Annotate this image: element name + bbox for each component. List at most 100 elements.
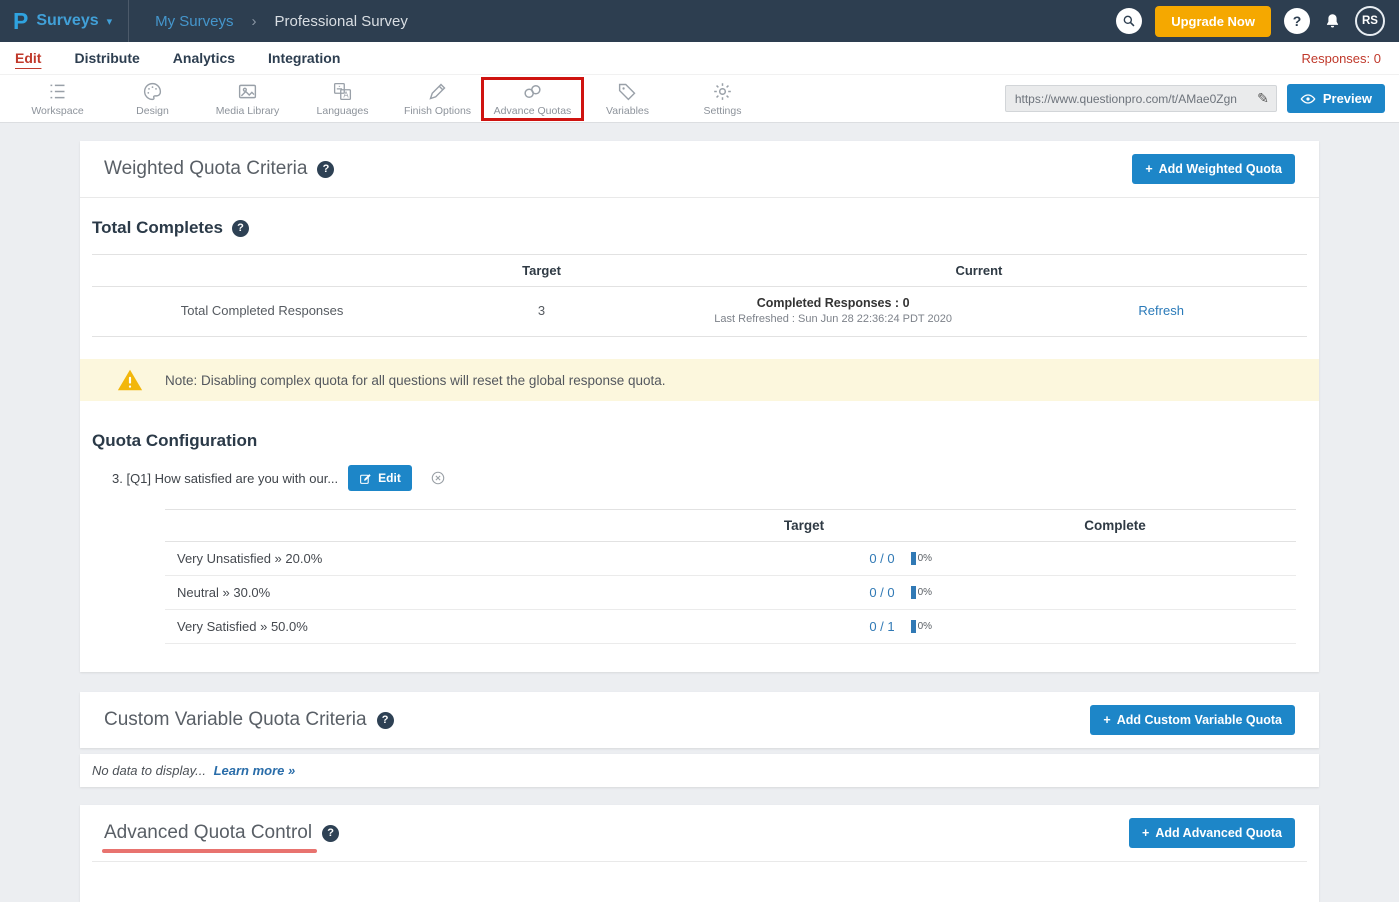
toolbar-item-advance-quotas[interactable]: Advance Quotas <box>485 81 580 117</box>
toolbar-right: ✎ Preview <box>1005 84 1385 113</box>
current-column-header: Current <box>651 263 1307 278</box>
preview-button[interactable]: Preview <box>1287 84 1385 113</box>
toolbar-item-label: Finish Options <box>404 105 471 117</box>
toolbar-item-label: Languages <box>317 105 369 117</box>
row-label: Total Completed Responses <box>92 303 432 318</box>
add-advanced-quota-button[interactable]: + Add Advanced Quota <box>1129 818 1295 848</box>
answer-option-label: Very Unsatisfied » 20.0% <box>165 551 674 566</box>
toolbar-item-finish-options[interactable]: Finish Options <box>390 81 485 117</box>
preview-label: Preview <box>1323 91 1372 106</box>
avatar[interactable]: RS <box>1355 6 1385 36</box>
warning-icon <box>117 367 143 393</box>
svg-text:A: A <box>343 90 349 99</box>
weighted-quota-card: Weighted Quota Criteria ? + Add Weighted… <box>80 141 1319 672</box>
toolbar-item-languages[interactable]: A Languages <box>295 81 390 117</box>
tab-integration[interactable]: Integration <box>268 50 340 66</box>
chevron-down-icon: ▾ <box>107 15 113 28</box>
quota-note-banner: Note: Disabling complex quota for all qu… <box>80 359 1319 401</box>
tag-icon <box>617 81 638 102</box>
custom-variable-quota-card: Custom Variable Quota Criteria ? + Add C… <box>80 692 1319 748</box>
remove-question-quota-button[interactable] <box>430 470 446 486</box>
breadcrumb-separator-icon: › <box>252 13 257 30</box>
progress-bar <box>911 552 916 565</box>
notifications-button[interactable] <box>1323 12 1342 31</box>
tab-edit[interactable]: Edit <box>15 50 41 66</box>
target-count: 0 / 1 <box>869 619 894 634</box>
add-weighted-quota-button[interactable]: + Add Weighted Quota <box>1132 154 1295 184</box>
toolbar-item-workspace[interactable]: Workspace <box>10 81 105 117</box>
tab-distribute[interactable]: Distribute <box>74 50 139 66</box>
product-switcher[interactable]: P Surveys ▾ <box>0 0 128 42</box>
edit-question-quota-button[interactable]: Edit <box>348 465 412 491</box>
edit-icon <box>359 472 372 485</box>
completed-responses-value: Completed Responses : 0 <box>651 296 1016 310</box>
target-count: 0 / 0 <box>869 551 894 566</box>
advanced-quota-title: Advanced Quota Control ? <box>104 822 339 844</box>
toolbar-item-design[interactable]: Design <box>105 81 200 117</box>
answer-option-label: Neutral » 30.0% <box>165 585 674 600</box>
advanced-quota-card: Advanced Quota Control ? + Add Advanced … <box>80 805 1319 902</box>
progress-bar <box>911 586 916 599</box>
table-row: Very Satisfied » 50.0% 0 / 1 0% <box>165 610 1296 644</box>
survey-url-box: ✎ <box>1005 85 1277 112</box>
target-value: 3 <box>432 303 651 318</box>
toolbar-item-variables[interactable]: Variables <box>580 81 675 117</box>
help-circle-icon[interactable]: ? <box>317 161 334 178</box>
learn-more-link[interactable]: Learn more » <box>214 763 296 778</box>
target-column-header: Target <box>432 263 651 278</box>
quota-configuration-table: Target Complete Very Unsatisfied » 20.0%… <box>165 509 1296 644</box>
help-button[interactable]: ? <box>1284 8 1310 34</box>
plus-icon: + <box>1142 826 1149 840</box>
toolbar-item-label: Design <box>136 105 169 117</box>
total-completes-table: Target Current Total Completed Responses… <box>92 254 1307 337</box>
help-circle-icon[interactable]: ? <box>377 712 394 729</box>
last-refreshed-timestamp: Last Refreshed : Sun Jun 28 22:36:24 PDT… <box>651 313 1016 325</box>
main-content: Weighted Quota Criteria ? + Add Weighted… <box>0 123 1399 902</box>
toolbar-item-label: Settings <box>704 105 742 117</box>
weighted-quota-title-text: Weighted Quota Criteria <box>104 158 307 180</box>
edit-button-label: Edit <box>378 471 401 485</box>
progress-indicator: 0% <box>911 586 932 599</box>
table-row: Neutral » 30.0% 0 / 0 0% <box>165 576 1296 610</box>
tab-analytics[interactable]: Analytics <box>173 50 235 66</box>
gear-icon <box>712 81 733 102</box>
refresh-link[interactable]: Refresh <box>1015 303 1307 318</box>
question-icon: ? <box>1293 13 1302 29</box>
topbar-actions: Upgrade Now ? RS <box>1116 6 1399 37</box>
custom-variable-quota-title-text: Custom Variable Quota Criteria <box>104 709 367 731</box>
complete-column-header: Complete <box>934 518 1296 533</box>
custom-variable-quota-header: Custom Variable Quota Criteria ? + Add C… <box>80 692 1319 748</box>
help-circle-icon[interactable]: ? <box>322 825 339 842</box>
target-cell: 0 / 0 0% <box>674 585 934 600</box>
total-completes-title: Total Completes ? <box>92 218 1307 238</box>
target-count: 0 / 0 <box>869 585 894 600</box>
toolbar-item-media-library[interactable]: Media Library <box>200 81 295 117</box>
search-button[interactable] <box>1116 8 1142 34</box>
progress-bar <box>911 620 916 633</box>
toolbar-item-label: Workspace <box>31 105 83 117</box>
upgrade-button[interactable]: Upgrade Now <box>1155 6 1271 37</box>
question-label: 3. [Q1] How satisfied are you with our..… <box>112 471 338 486</box>
weighted-quota-body: Total Completes ? Target Current Total C… <box>80 198 1319 672</box>
toolbar-item-label: Advance Quotas <box>494 105 572 117</box>
plus-icon: + <box>1145 162 1152 176</box>
workspace-icon <box>47 81 68 102</box>
survey-url-input[interactable] <box>1013 91 1251 107</box>
breadcrumb-my-surveys[interactable]: My Surveys <box>155 13 233 30</box>
toolbar-item-settings[interactable]: Settings <box>675 81 770 117</box>
search-icon <box>1122 14 1136 28</box>
weighted-quota-title: Weighted Quota Criteria ? <box>104 158 334 180</box>
no-data-text: No data to display... <box>92 763 206 778</box>
add-weighted-quota-label: Add Weighted Quota <box>1159 162 1282 176</box>
add-custom-variable-quota-button[interactable]: + Add Custom Variable Quota <box>1090 705 1295 735</box>
edit-toolbar: Workspace Design Media Library A Languag… <box>0 75 1399 123</box>
advanced-quota-title-text: Advanced Quota Control <box>104 822 312 844</box>
progress-indicator: 0% <box>911 620 932 633</box>
quota-configuration-title-text: Quota Configuration <box>92 431 257 451</box>
custom-variable-quota-title: Custom Variable Quota Criteria ? <box>104 709 394 731</box>
edit-url-icon[interactable]: ✎ <box>1257 90 1269 107</box>
progress-percent: 0% <box>918 587 932 598</box>
help-circle-icon[interactable]: ? <box>232 220 249 237</box>
custom-variable-empty-state: No data to display... Learn more » <box>80 754 1319 787</box>
divider <box>92 861 1307 862</box>
